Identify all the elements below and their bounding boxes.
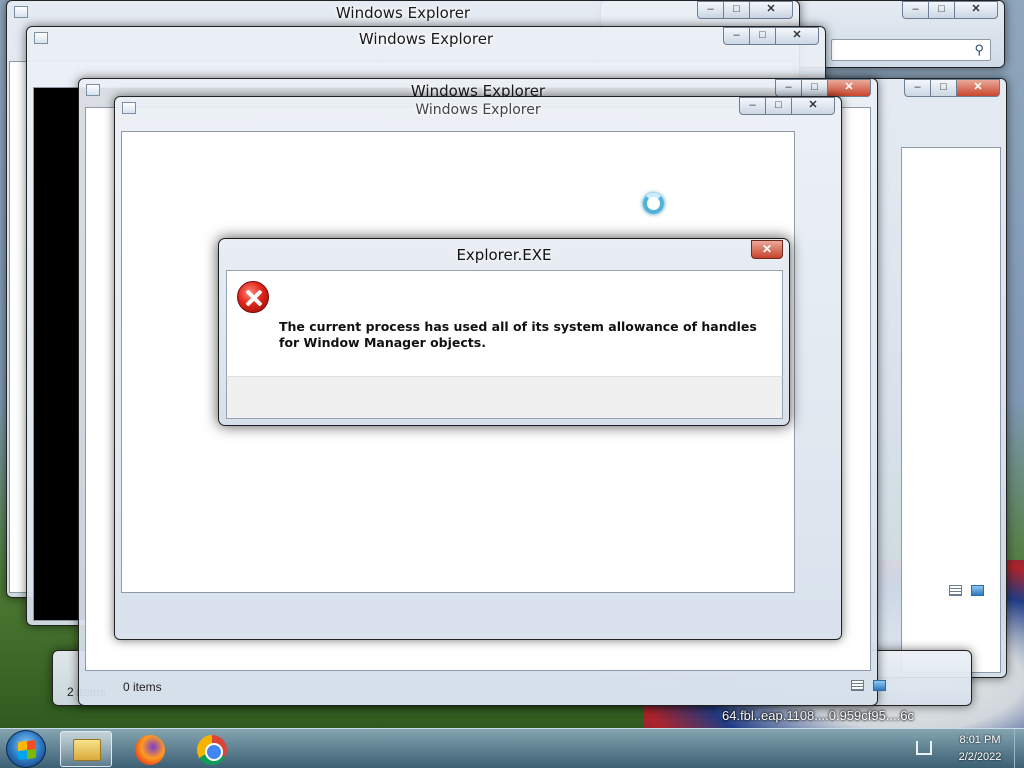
window-controls: – □ ✕ — [697, 1, 793, 20]
maximize-button[interactable]: □ — [928, 1, 954, 19]
busy-spinner-icon — [643, 193, 664, 214]
dialog-message: The current process has used all of its … — [279, 319, 757, 350]
maximize-button[interactable]: □ — [723, 1, 749, 19]
dialog-close-button[interactable]: ✕ — [751, 240, 783, 259]
window-title: Windows Explorer — [358, 30, 494, 48]
minimize-button[interactable]: – — [697, 1, 723, 19]
minimize-button[interactable]: – — [739, 97, 765, 115]
taskbar: 8:01 PM 2/2/2022 — [0, 728, 1024, 768]
taskbar-firefox-button[interactable] — [124, 731, 176, 767]
folder-icon — [73, 739, 101, 761]
search-icon[interactable]: ⚲ — [974, 42, 984, 58]
clock-time: 8:01 PM — [959, 734, 1001, 746]
window-title: Windows Explorer — [335, 4, 471, 22]
dialog-title: Explorer.EXE — [456, 246, 552, 264]
maximize-button[interactable]: □ — [749, 27, 775, 45]
dialog-body: The current process has used all of its … — [226, 270, 783, 376]
maximize-button[interactable]: □ — [765, 97, 791, 115]
close-button[interactable]: ✕ — [775, 27, 819, 45]
close-button[interactable]: ✕ — [954, 1, 998, 19]
chrome-icon — [197, 735, 227, 765]
maximize-button[interactable]: □ — [801, 79, 827, 97]
close-button[interactable]: ✕ — [956, 79, 1000, 97]
windows-start-icon[interactable] — [6, 730, 46, 768]
taskbar-explorer-button[interactable] — [60, 731, 112, 767]
window-title: Windows Explorer — [415, 102, 541, 118]
maximize-button[interactable]: □ — [930, 79, 956, 97]
taskbar-clock[interactable]: 8:01 PM 2/2/2022 — [944, 732, 1016, 766]
network-icon[interactable] — [916, 741, 932, 755]
minimize-button[interactable]: – — [902, 1, 928, 19]
close-button[interactable]: ✕ — [791, 97, 835, 115]
window-controls: – □ ✕ — [902, 1, 998, 20]
clock-date: 2/2/2022 — [958, 751, 1002, 763]
close-button[interactable]: ✕ — [749, 1, 793, 19]
search-box[interactable]: ⚲ — [831, 39, 991, 61]
details-view-icon[interactable] — [949, 585, 962, 596]
status-item-count: 0 items — [123, 680, 162, 694]
desktop-file-label[interactable]: 64.fbl..eap.1108....0.959cf95....6c — [722, 708, 1024, 728]
minimize-button[interactable]: – — [723, 27, 749, 45]
firefox-icon — [135, 735, 165, 765]
minimize-button[interactable]: – — [775, 79, 801, 97]
window-controls: – □ ✕ — [723, 27, 819, 46]
preview-pane-icon[interactable] — [873, 680, 886, 691]
show-desktop-button[interactable] — [1014, 729, 1024, 768]
taskbar-chrome-button[interactable] — [186, 731, 238, 767]
minimize-button[interactable]: – — [904, 79, 930, 97]
window-controls: – □ ✕ — [739, 97, 835, 116]
details-view-icon[interactable] — [851, 680, 864, 691]
close-button[interactable]: ✕ — [827, 79, 871, 97]
error-icon — [237, 281, 269, 313]
error-dialog[interactable]: Explorer.EXE ✕ The current process has u… — [218, 238, 790, 426]
dialog-footer — [226, 376, 783, 419]
preview-pane-icon[interactable] — [971, 585, 984, 596]
window-controls: – □ ✕ — [904, 79, 1000, 98]
